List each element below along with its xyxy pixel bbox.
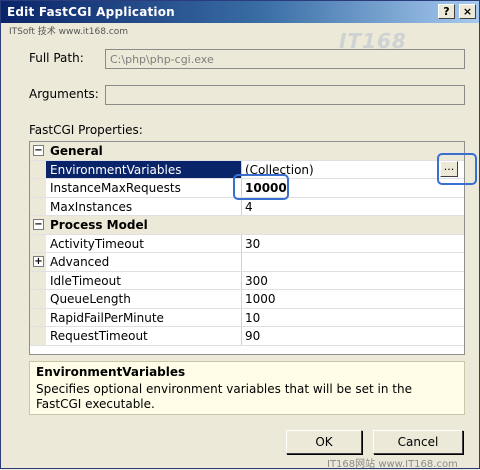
property-row-rapid-fail-per-minute[interactable]: RapidFailPerMinute 10 bbox=[30, 308, 464, 327]
edit-fastcgi-dialog: Edit FastCGI Application ? × ITSoft 技术 w… bbox=[0, 0, 480, 470]
property-row-idle-timeout[interactable]: IdleTimeout 300 bbox=[30, 271, 464, 290]
property-name: RapidFailPerMinute bbox=[46, 308, 242, 326]
property-name: QueueLength bbox=[46, 290, 242, 308]
description-text: Specifies optional environment variables… bbox=[36, 382, 412, 411]
close-button[interactable]: × bbox=[459, 4, 476, 19]
collapse-icon[interactable]: − bbox=[33, 219, 44, 230]
property-value[interactable]: 10000 bbox=[243, 179, 463, 197]
property-name: EnvironmentVariables bbox=[46, 160, 242, 178]
full-path-field[interactable]: C:\php\php-cgi.exe bbox=[105, 49, 465, 69]
description-panel: EnvironmentVariables Specifies optional … bbox=[29, 361, 465, 415]
title-bar[interactable]: Edit FastCGI Application ? × bbox=[1, 1, 479, 23]
help-button[interactable]: ? bbox=[438, 4, 455, 19]
property-row-queue-length[interactable]: QueueLength 1000 bbox=[30, 290, 464, 309]
property-value[interactable]: 1000 bbox=[243, 290, 463, 308]
property-value bbox=[243, 253, 463, 271]
property-value[interactable]: 4 bbox=[243, 198, 463, 216]
property-name: MaxInstances bbox=[46, 197, 242, 215]
subtitle-watermark: ITSoft 技术 www.it168.com bbox=[9, 27, 129, 37]
full-path-label: Full Path: bbox=[29, 51, 84, 65]
property-row-request-timeout[interactable]: RequestTimeout 90 bbox=[30, 327, 464, 346]
edit-collection-button[interactable]: ... bbox=[440, 160, 458, 177]
property-name: ActivityTimeout bbox=[46, 234, 242, 252]
property-grid: − General EnvironmentVariables (Collecti… bbox=[29, 141, 465, 355]
property-value[interactable]: 10 bbox=[243, 309, 463, 327]
description-title: EnvironmentVariables bbox=[36, 365, 186, 379]
property-row-environment-variables[interactable]: EnvironmentVariables (Collection) ... bbox=[30, 160, 464, 179]
property-name: RequestTimeout bbox=[46, 327, 242, 345]
collapse-icon[interactable]: − bbox=[33, 145, 44, 156]
category-process-model[interactable]: − Process Model bbox=[30, 216, 464, 235]
property-value[interactable]: 300 bbox=[243, 272, 463, 290]
category-general[interactable]: − General bbox=[30, 142, 464, 161]
property-row-instance-max-requests[interactable]: InstanceMaxRequests 10000 bbox=[30, 179, 464, 198]
property-value[interactable]: 90 bbox=[243, 327, 463, 345]
property-name: IdleTimeout bbox=[46, 271, 242, 289]
cancel-button[interactable]: Cancel bbox=[373, 430, 463, 454]
ok-button[interactable]: OK bbox=[286, 430, 362, 454]
property-value[interactable]: 30 bbox=[243, 235, 463, 253]
property-row-advanced[interactable]: + Advanced bbox=[30, 253, 464, 272]
fastcgi-properties-label: FastCGI Properties: bbox=[29, 123, 143, 137]
property-name: Advanced bbox=[46, 253, 242, 271]
property-row-max-instances[interactable]: MaxInstances 4 bbox=[30, 197, 464, 216]
footer-watermark: IT168网站 www.IT168.com bbox=[327, 459, 458, 470]
arguments-field[interactable] bbox=[105, 85, 465, 105]
category-label: Process Model bbox=[50, 218, 148, 232]
property-value: (Collection) bbox=[245, 162, 314, 177]
category-label: General bbox=[50, 144, 103, 158]
arguments-label: Arguments: bbox=[29, 87, 99, 101]
property-name: InstanceMaxRequests bbox=[46, 179, 242, 197]
property-row-activity-timeout[interactable]: ActivityTimeout 30 bbox=[30, 234, 464, 253]
expand-icon[interactable]: + bbox=[33, 256, 44, 267]
window-title: Edit FastCGI Application bbox=[7, 5, 175, 19]
